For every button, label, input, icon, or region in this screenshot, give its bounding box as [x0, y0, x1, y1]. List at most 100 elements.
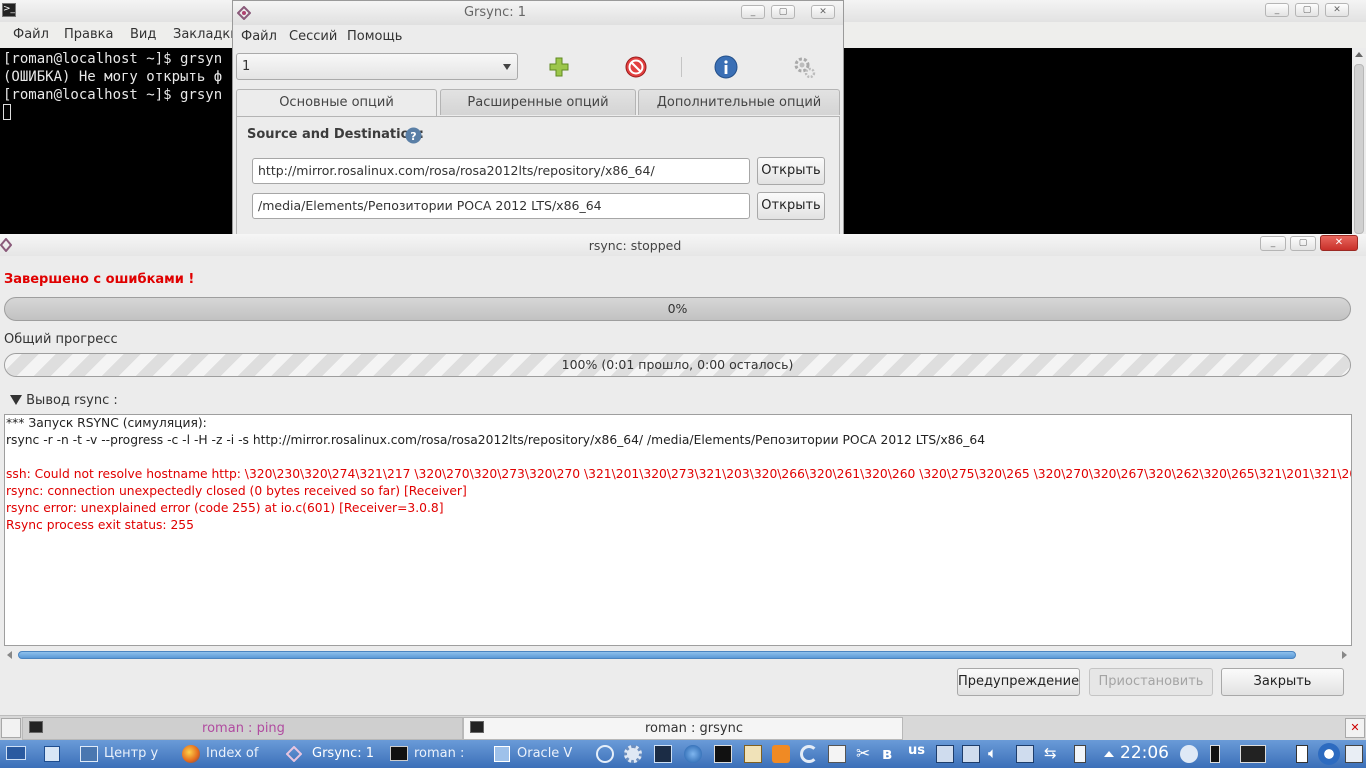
minimize-button[interactable]: _ [741, 5, 765, 19]
tab-extra-options[interactable]: Дополнительные опций [638, 89, 840, 115]
scroll-right-icon[interactable] [1342, 651, 1347, 659]
battery-status-icon[interactable] [1296, 745, 1308, 763]
source-field[interactable]: http://mirror.rosalinux.com/rosa/rosa201… [252, 158, 750, 184]
new-tab-icon[interactable] [1, 718, 21, 738]
status-message: Завершено с ошибками ! [4, 272, 195, 287]
task-virtualbox[interactable]: Oracle V [517, 742, 572, 766]
tray-expand-icon[interactable] [1104, 751, 1114, 757]
scrollbar-thumb[interactable] [1354, 64, 1364, 234]
network-tray-icon[interactable] [596, 745, 614, 763]
output-expander[interactable]: Вывод rsync : [10, 393, 118, 408]
file-manager-icon[interactable] [44, 746, 60, 762]
rss-icon[interactable] [772, 745, 790, 763]
usb-icon[interactable]: ⇆ [1044, 744, 1057, 762]
tab-advanced-options[interactable]: Расширенные опций [440, 89, 636, 115]
trash-icon[interactable] [1345, 745, 1363, 763]
chevron-down-icon [503, 64, 511, 70]
maximize-button[interactable]: ▢ [1295, 3, 1319, 17]
maximize-button[interactable]: ▢ [771, 5, 795, 19]
scissors-icon[interactable]: ✂ [856, 744, 870, 764]
menu-help[interactable]: Помощь [347, 29, 402, 44]
firefox-icon [182, 745, 200, 763]
tab-label: roman : grsync [645, 721, 743, 736]
open-destination-button[interactable]: Открыть [757, 192, 825, 220]
close-button[interactable]: ✕ [1325, 3, 1349, 17]
horizontal-scrollbar[interactable] [4, 648, 1352, 662]
task-control-center[interactable]: Центр у [104, 742, 158, 766]
info-icon[interactable] [713, 54, 739, 80]
minimize-button[interactable]: _ [1265, 3, 1289, 17]
user-switch-icon[interactable] [1180, 745, 1198, 763]
menu-edit[interactable]: Правка [64, 27, 113, 42]
system-monitor-icon[interactable] [654, 745, 672, 763]
close-button[interactable]: ✕ [811, 5, 835, 19]
settings-gear-icon[interactable] [624, 745, 642, 763]
open-source-button[interactable]: Открыть [757, 157, 825, 185]
menu-bookmarks[interactable]: Закладки [173, 27, 239, 42]
network-wired-icon[interactable] [936, 745, 954, 763]
tab-label: roman : ping [202, 721, 285, 736]
file-progress-text: 0% [667, 301, 688, 316]
log-error-line: ssh: Could not resolve hostname http: \3… [6, 467, 1352, 481]
terminal-cursor [3, 104, 11, 120]
tab-roman-ping[interactable]: roman : ping [22, 717, 463, 740]
options-notebook: Основные опций Расширенные опций Дополни… [236, 89, 840, 237]
pause-button[interactable]: Приостановить [1089, 668, 1213, 696]
window-title: rsync: stopped [588, 238, 682, 253]
rsync-output-log[interactable]: *** Запуск RSYNC (симуляция): rsync -r -… [4, 414, 1352, 646]
minimize-button[interactable]: _ [1260, 236, 1286, 251]
preferences-gear-icon[interactable] [791, 54, 817, 80]
session-value: 1 [242, 59, 251, 74]
calendar-icon[interactable] [828, 745, 846, 763]
total-progress-label: Общий прогресс [4, 332, 118, 347]
output-label: Вывод rsync : [26, 393, 118, 408]
help-icon[interactable]: ? [405, 127, 422, 144]
grsync-menubar: Файл Сессий Помощь [233, 25, 843, 49]
volume-icon[interactable]: 🔈︎ [988, 744, 997, 762]
tab-basic-options[interactable]: Основные опций [236, 89, 437, 117]
total-progress-bar: 100% (0:01 прошло, 0:00 осталось) [4, 353, 1351, 377]
total-progress-text: 100% (0:01 прошло, 0:00 осталось) [561, 357, 794, 372]
taskbar: Центр у Index of Grsync: 1 roman : Oracl… [0, 740, 1366, 768]
task-terminal[interactable]: roman : [414, 742, 464, 766]
destination-field[interactable]: /media/Elements/Репозитории РОСА 2012 LT… [252, 193, 750, 219]
grsync-titlebar[interactable]: Grsync: 1 _ ▢ ✕ [233, 1, 843, 25]
close-tab-icon[interactable]: ✕ [1345, 718, 1365, 738]
menu-view[interactable]: Вид [130, 27, 156, 42]
menu-file[interactable]: Файл [241, 29, 277, 44]
scroll-left-icon[interactable] [7, 651, 12, 659]
maximize-button[interactable]: ▢ [1290, 236, 1316, 251]
log-error-line: rsync: connection unexpectedly closed (0… [6, 484, 467, 498]
scrollbar-thumb[interactable] [18, 651, 1296, 659]
terminal-tray-icon[interactable] [714, 745, 732, 763]
keyboard-layout[interactable]: us [908, 743, 925, 758]
globe-icon[interactable] [684, 745, 702, 763]
network-lan-icon[interactable] [962, 745, 980, 763]
clipboard-icon[interactable] [744, 745, 762, 763]
task-grsync[interactable]: Grsync: 1 [312, 742, 374, 766]
phone-icon[interactable] [1210, 745, 1220, 763]
delete-session-icon[interactable] [623, 54, 649, 80]
close-dialog-button[interactable]: Закрыть [1221, 668, 1344, 696]
rosa-logo-icon[interactable] [1318, 743, 1340, 765]
session-select[interactable]: 1 [236, 53, 518, 80]
tab-panel: Source and Destination: ? http://mirror.… [236, 116, 840, 237]
task-browser[interactable]: Index of [206, 742, 258, 766]
display-icon[interactable] [1016, 745, 1034, 763]
scrollbar-up-icon[interactable] [1355, 52, 1363, 57]
close-button[interactable]: ✕ [1320, 235, 1358, 251]
warning-button[interactable]: Предупреждение [957, 668, 1080, 696]
update-icon[interactable] [800, 745, 818, 763]
clock[interactable]: 22:06 [1120, 743, 1169, 763]
battery-icon[interactable] [1074, 745, 1086, 763]
add-session-icon[interactable] [546, 54, 572, 80]
keyboard-icon[interactable] [1240, 745, 1266, 763]
terminal-scrollbar[interactable] [1352, 48, 1366, 236]
show-desktop-icon[interactable] [6, 746, 26, 760]
rsync-titlebar[interactable]: rsync: stopped _ ▢ ✕ [0, 234, 1366, 256]
menu-sessions[interactable]: Сессий [289, 29, 337, 44]
menu-file[interactable]: Файл [13, 27, 49, 42]
tab-roman-grsync[interactable]: roman : grsync [463, 717, 903, 740]
expander-arrow-icon [10, 395, 22, 405]
bluetooth-icon[interactable]: ʙ [882, 744, 892, 763]
